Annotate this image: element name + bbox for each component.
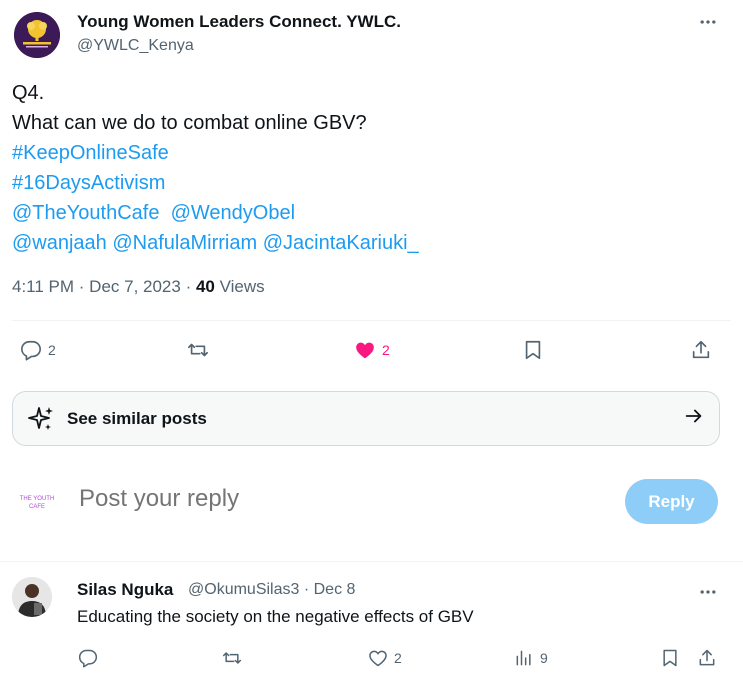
bookmark-icon [525, 340, 541, 360]
reply-analytics-button[interactable]: 9 [514, 648, 548, 668]
divider [0, 561, 743, 562]
see-similar-label: See similar posts [67, 408, 207, 428]
tweet-time[interactable]: 4:11 PM [12, 277, 74, 296]
author-display-name[interactable]: Young Women Leaders Connect. YWLC. [77, 12, 401, 32]
ywlc-logo [14, 12, 60, 58]
tweet-line: What can we do to combat online GBV? [12, 112, 367, 134]
svg-text:CAFE: CAFE [29, 504, 45, 510]
views-count: 40 [195, 277, 215, 296]
bookmark-button[interactable] [522, 339, 544, 361]
tweet-metadata: 4:11 PM · Dec 7, 2023 · 40 Views [12, 277, 265, 296]
reply-more-options-button[interactable] [694, 578, 722, 606]
retweet-icon [222, 652, 242, 664]
reply-icon [78, 649, 98, 668]
more-options-button[interactable] [694, 8, 722, 36]
user-photo [12, 577, 52, 617]
ywlc-avatar[interactable] [14, 12, 60, 58]
more-icon [700, 20, 716, 24]
author-handle[interactable]: @YWLC_Kenya [77, 37, 194, 55]
reply-bookmark-button[interactable] [660, 648, 680, 668]
analytics-icon [516, 650, 531, 666]
avatar[interactable] [12, 577, 52, 617]
arrow-right-icon [683, 405, 705, 432]
hashtag-link[interactable]: #KeepOnlineSafe [12, 142, 169, 164]
tweet-date[interactable]: Dec 7, 2023 [89, 277, 181, 296]
more-icon [700, 590, 716, 594]
reply-count: 2 [48, 342, 56, 358]
share-button[interactable] [690, 339, 712, 361]
heart-icon [356, 342, 374, 359]
mention-link[interactable]: @NafulaMirriam [112, 232, 257, 254]
retweet-button[interactable] [187, 339, 209, 361]
reply-input[interactable] [79, 485, 599, 513]
heart-icon [369, 650, 387, 667]
like-button[interactable]: 2 [354, 339, 390, 361]
reply-share-button[interactable] [697, 648, 717, 668]
reply-like-count: 2 [394, 650, 402, 666]
reply-date[interactable]: Dec 8 [314, 581, 356, 598]
reply-text: Educating the society on the negative ef… [77, 607, 474, 626]
reply-reply-button[interactable] [78, 648, 98, 668]
reply-view-count: 9 [540, 650, 548, 666]
mention-link[interactable]: @wanjaah [12, 232, 107, 254]
share-icon [692, 340, 710, 359]
reply-author-name[interactable]: Silas Nguka [77, 580, 173, 600]
reply-author-meta: @OkumuSilas3 · Dec 8 [188, 581, 356, 598]
see-similar-posts[interactable]: See similar posts [12, 391, 720, 446]
retweet-icon [188, 343, 208, 357]
sparkle-icon [28, 406, 53, 430]
reply-like-button[interactable]: 2 [368, 648, 402, 668]
tweet-line: Q4. [12, 82, 45, 104]
mention-link[interactable]: @TheYouthCafe [12, 202, 159, 224]
hashtag-link[interactable]: #16DaysActivism [12, 172, 165, 194]
mention-link[interactable]: @JacintaKariuki_ [263, 232, 419, 254]
reply-submit-button[interactable]: Reply [625, 479, 718, 524]
svg-text:THE YOUTH: THE YOUTH [20, 496, 55, 502]
views-label: Views [219, 277, 265, 296]
tweet-body: Q4. What can we do to combat online GBV?… [12, 78, 419, 258]
youth-cafe-logo: THE YOUTH CAFE [14, 478, 60, 524]
like-count: 2 [382, 342, 390, 358]
bookmark-icon [663, 649, 677, 667]
divider [12, 320, 731, 321]
share-icon [699, 649, 715, 666]
reply-icon [21, 340, 41, 361]
mention-link[interactable]: @WendyObel [171, 202, 295, 224]
composer-avatar: THE YOUTH CAFE [14, 478, 60, 524]
reply-button[interactable]: 2 [20, 339, 56, 361]
reply-author-handle[interactable]: @OkumuSilas3 [188, 581, 299, 598]
reply-retweet-button[interactable] [222, 648, 242, 668]
